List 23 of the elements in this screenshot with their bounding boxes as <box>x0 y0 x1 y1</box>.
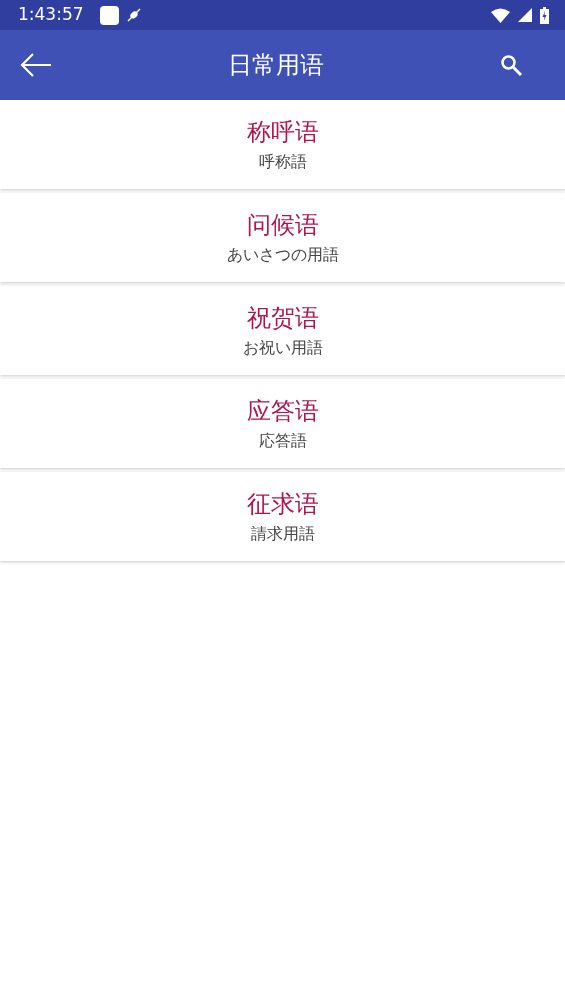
list-item[interactable]: 征求语 請求用語 <box>0 472 565 561</box>
list-item[interactable]: 称呼语 呼称語 <box>0 100 565 189</box>
list-item[interactable]: 祝贺语 お祝い用語 <box>0 286 565 375</box>
status-time: 1:43:57 <box>18 3 84 27</box>
list-item[interactable]: 应答语 応答語 <box>0 379 565 468</box>
screen-title: 日常用语 <box>226 50 325 81</box>
search-icon <box>499 53 523 77</box>
item-title: 问候语 <box>246 210 319 240</box>
item-subtitle: あいさつの用語 <box>226 245 339 265</box>
battery-icon <box>540 6 549 24</box>
item-subtitle: 請求用語 <box>250 524 315 544</box>
item-title: 祝贺语 <box>246 303 319 333</box>
item-subtitle: お祝い用語 <box>242 338 323 358</box>
list-item[interactable]: 问候语 あいさつの用語 <box>0 193 565 282</box>
item-title: 称呼语 <box>246 117 319 147</box>
back-arrow-icon <box>20 52 52 78</box>
wifi-icon <box>491 7 510 23</box>
item-subtitle: 応答語 <box>258 431 307 451</box>
item-title: 应答语 <box>246 396 319 426</box>
item-subtitle: 呼称語 <box>258 152 307 172</box>
item-title: 征求语 <box>246 489 319 519</box>
signal-icon <box>518 8 532 22</box>
square-notification-icon <box>99 5 119 25</box>
